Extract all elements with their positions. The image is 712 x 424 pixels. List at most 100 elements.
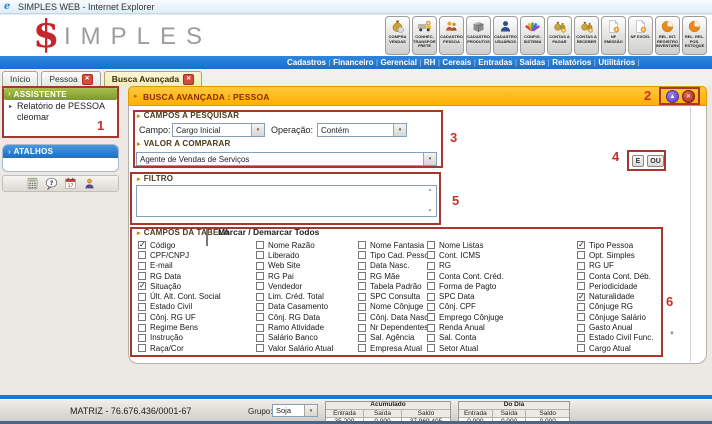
field-checkbox[interactable]: [358, 324, 366, 332]
toolbar-button-contas-a-pagar[interactable]: CONTAS A PAGAR: [547, 16, 572, 55]
field-checkbox[interactable]: [256, 262, 264, 270]
field-checkbox-row-ramo-atividade[interactable]: Ramo Atividade: [256, 322, 333, 332]
textarea-scrollbar[interactable]: [425, 187, 435, 215]
field-checkbox-row-tipo-pessoa[interactable]: Tipo Pessoa: [577, 240, 653, 250]
field-checkbox-row-ult-alt-cont-social[interactable]: Últ. Alt. Cont. Social: [138, 291, 221, 301]
field-checkbox-row-nome-fantasia[interactable]: Nome Fantasia: [358, 240, 433, 250]
field-checkbox-row-cargo-atual[interactable]: Cargo Atual: [577, 343, 653, 353]
menu-item-gerencial[interactable]: Gerencial: [380, 58, 416, 67]
field-checkbox[interactable]: [256, 282, 264, 290]
tab-close-icon[interactable]: [82, 74, 93, 85]
operator-e-button[interactable]: E: [632, 155, 644, 167]
field-checkbox[interactable]: [358, 272, 366, 280]
dropdown-arrow-icon[interactable]: [304, 405, 317, 416]
field-checkbox[interactable]: [256, 344, 264, 352]
field-checkbox-row-sal-agencia[interactable]: Sal. Agência: [358, 333, 433, 343]
toolbar-button-cadastro-produtos[interactable]: CADASTRO PRODUTOS: [466, 16, 491, 55]
field-checkbox-row-tipo-cad-pessoa[interactable]: Tipo Cad. Pessoa: [358, 250, 433, 260]
field-checkbox[interactable]: [577, 272, 585, 280]
field-checkbox-row-nome-listas[interactable]: Nome Listas: [427, 240, 503, 250]
field-checkbox-row-rg-mae[interactable]: RG Mãe: [358, 271, 433, 281]
menu-item-utilitarios[interactable]: Utilitários: [598, 58, 635, 67]
field-checkbox[interactable]: [427, 334, 435, 342]
field-checkbox-row-opt-simples[interactable]: Opt. Simples: [577, 250, 653, 260]
toolbar-button-conhec-transporte-frete[interactable]: CONHEC. TRANSPORTE FRETE: [412, 16, 437, 55]
field-checkbox[interactable]: [427, 293, 435, 301]
field-checkbox[interactable]: [358, 303, 366, 311]
field-checkbox[interactable]: [358, 313, 366, 321]
toolbar-button-cadastro-pessoa[interactable]: CADASTRO PESSOA: [439, 16, 464, 55]
field-checkbox[interactable]: [577, 324, 585, 332]
field-checkbox-row-estado-civil-func[interactable]: Estado Civil Func.: [577, 333, 653, 343]
menu-item-entradas[interactable]: Entradas: [478, 58, 512, 67]
field-checkbox-row-raca-cor[interactable]: Raça/Cor: [138, 343, 221, 353]
field-checkbox[interactable]: [427, 241, 435, 249]
field-checkbox-row-conj-cpf[interactable]: Cônj. CPF: [427, 302, 503, 312]
scroll-down-icon[interactable]: [428, 209, 433, 214]
field-checkbox[interactable]: [138, 324, 146, 332]
field-checkbox[interactable]: [256, 324, 264, 332]
field-checkbox-row-rg-uf[interactable]: RG UF: [577, 261, 653, 271]
field-checkbox[interactable]: [427, 344, 435, 352]
field-checkbox-row-gasto-anual[interactable]: Gasto Anual: [577, 322, 653, 332]
field-checkbox-row-conj-rg-uf[interactable]: Cônj. RG UF: [138, 312, 221, 322]
field-checkbox-row-cpf-cnpj[interactable]: CPF/CNPJ: [138, 250, 221, 260]
field-checkbox[interactable]: [138, 272, 146, 280]
grid-scroll-down-icon[interactable]: [669, 331, 675, 337]
field-checkbox-row-rg[interactable]: RG: [427, 261, 503, 271]
scroll-up-icon[interactable]: [428, 188, 433, 193]
field-checkbox[interactable]: [256, 293, 264, 301]
field-checkbox-row-regime-bens[interactable]: Regime Bens: [138, 322, 221, 332]
filtro-textarea[interactable]: [136, 185, 437, 217]
field-checkbox[interactable]: [577, 262, 585, 270]
field-checkbox-row-rg-pai[interactable]: RG Pai: [256, 271, 333, 281]
field-checkbox-row-spc-data[interactable]: SPC Data: [427, 291, 503, 301]
field-checkbox-row-conj-rg-data[interactable]: Cônj. RG Data: [256, 312, 333, 322]
operator-ou-button[interactable]: OU: [647, 155, 664, 167]
field-checkbox[interactable]: [138, 313, 146, 321]
field-checkbox-row-data-nasc[interactable]: Data Nasc.: [358, 261, 433, 271]
field-checkbox-row-emprego-conjuge[interactable]: Emprego Cônjuge: [427, 312, 503, 322]
field-checkbox[interactable]: [427, 251, 435, 259]
field-checkbox[interactable]: [138, 262, 146, 270]
toolbar-button-nf-emissao[interactable]: NF EMISSÃO: [601, 16, 626, 55]
field-checkbox[interactable]: [427, 282, 435, 290]
field-checkbox-row-valor-salario-atual[interactable]: Valor Salário Atual: [256, 343, 333, 353]
field-checkbox-row-nome-conjuge[interactable]: Nome Cônjuge: [358, 302, 433, 312]
menu-item-relatorios[interactable]: Relatórios: [552, 58, 591, 67]
atalhos-header[interactable]: ATALHOS: [3, 145, 118, 158]
field-checkbox-row-conta-cont-cred[interactable]: Conta Cont. Créd.: [427, 271, 503, 281]
calculator-icon[interactable]: [26, 177, 39, 190]
field-checkbox[interactable]: [427, 262, 435, 270]
grupo-select[interactable]: Soja: [272, 404, 318, 417]
field-checkbox[interactable]: [256, 241, 264, 249]
field-checkbox-row-sal-conta[interactable]: Sal. Conta: [427, 333, 503, 343]
dropdown-arrow-icon[interactable]: [393, 124, 406, 136]
field-checkbox-row-salario-banco[interactable]: Salário Banco: [256, 333, 333, 343]
tab-inicio[interactable]: Início: [2, 71, 38, 86]
field-checkbox-row-nr-dependentes[interactable]: Nr Dependentes: [358, 322, 433, 332]
field-checkbox-row-estado-civil[interactable]: Estado Civil: [138, 302, 221, 312]
toolbar-button-contas-a-receber[interactable]: CONTAS A RECEBER: [574, 16, 599, 55]
field-checkbox[interactable]: [138, 334, 146, 342]
calendar-icon[interactable]: 17: [64, 177, 77, 190]
menu-item-saidas[interactable]: Saídas: [519, 58, 545, 67]
field-checkbox[interactable]: [577, 344, 585, 352]
field-checkbox[interactable]: [256, 313, 264, 321]
field-checkbox-row-cont-icms[interactable]: Cont. ICMS: [427, 250, 503, 260]
field-checkbox-row-spc-consulta[interactable]: SPC Consulta: [358, 291, 433, 301]
field-checkbox-row-renda-anual[interactable]: Renda Anual: [427, 322, 503, 332]
field-checkbox-row-conta-cont-deb[interactable]: Conta Cont. Déb.: [577, 271, 653, 281]
field-checkbox-row-tabela-padrao[interactable]: Tabela Padrão: [358, 281, 433, 291]
field-checkbox[interactable]: [138, 344, 146, 352]
field-checkbox[interactable]: [427, 272, 435, 280]
field-checkbox-row-lim-cred-total[interactable]: Lim. Créd. Total: [256, 291, 333, 301]
tab-pessoa[interactable]: Pessoa: [41, 71, 100, 86]
field-checkbox[interactable]: [427, 303, 435, 311]
assistente-report-user[interactable]: cleomar: [17, 112, 49, 122]
field-checkbox-row-e-mail[interactable]: E-mail: [138, 261, 221, 271]
toolbar-button-compra-vendas[interactable]: COMPRA VENDAS: [385, 16, 410, 55]
menu-item-cereais[interactable]: Cereais: [442, 58, 471, 67]
dropdown-arrow-icon[interactable]: [251, 124, 264, 136]
tab-busca-avancada[interactable]: Busca Avançada: [104, 71, 202, 86]
